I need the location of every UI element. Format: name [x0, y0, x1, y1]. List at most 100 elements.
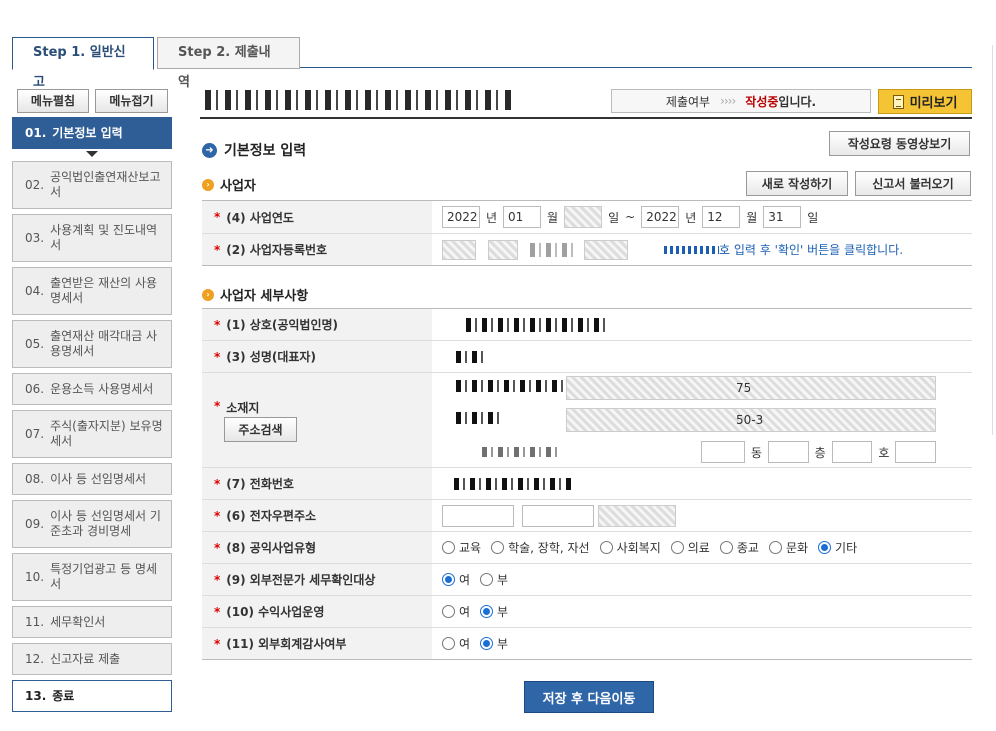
type-religion-radio[interactable]: 종교 — [719, 539, 759, 556]
type-culture-radio[interactable]: 문화 — [768, 539, 808, 556]
sidebar-item-submit-data[interactable]: 12. 신고자료 제출 — [12, 643, 172, 675]
item-label: 이사 등 선임명세서 — [50, 471, 147, 486]
floor-input[interactable] — [768, 441, 809, 463]
type-options: 교육 학술, 장학, 자선 사회복지 의료 종교 문화 기타 — [442, 532, 972, 563]
type-scholarship-radio[interactable]: 학술, 장학, 자선 — [491, 539, 590, 556]
month-unit: 월 — [547, 210, 559, 225]
scrollbar[interactable] — [992, 45, 996, 435]
reg-number-row: * (2) 사업자등록번호 호 입력 후 '확인' 버튼을 클릭합니다. — [202, 234, 972, 266]
sidebar-item-basic-info[interactable]: 01. 기본정보 입력 — [12, 117, 172, 149]
reg-number-part1[interactable] — [442, 239, 476, 260]
audit-label: * (11) 외부회계감사여부 — [202, 628, 432, 659]
redacted-phone — [454, 477, 574, 490]
ho-input[interactable] — [831, 441, 873, 463]
sidebar-item-operating-income[interactable]: 06. 운용소득 사용명세서 — [12, 373, 172, 405]
reg-number-part2[interactable] — [488, 239, 518, 260]
type-other-radio[interactable]: 기타 — [818, 539, 857, 556]
start-year-input[interactable]: 2022 — [442, 206, 480, 228]
business-year-row: * (4) 사업연도 2022 년 01 월 일 ~ 2022 년 12 월 31… — [202, 201, 972, 234]
document-icon — [892, 94, 904, 109]
external-label: * (9) 외부전문가 세무확인대상 — [202, 564, 432, 595]
sidebar-item-stock-holdings[interactable]: 07. 주식(출자지분) 보유명세서 — [12, 410, 172, 458]
business-year-label: * (4) 사업연도 — [202, 201, 432, 233]
redacted-zip — [456, 380, 566, 392]
status-prefix: 제출여부 — [665, 94, 711, 109]
end-day-input[interactable]: 31 — [763, 206, 802, 228]
address-value: 75 50-3 동 층 호 — [442, 373, 972, 467]
sidebar-item-usage-plan[interactable]: 03. 사용계획 및 진도내역서 — [12, 214, 172, 262]
guide-video-button[interactable]: 작성요령 동영상보기 — [829, 131, 970, 156]
menu-collapse-button[interactable]: 메뉴접기 — [95, 89, 168, 113]
dong-input[interactable] — [700, 441, 745, 463]
type-medical-radio[interactable]: 의료 — [670, 539, 710, 556]
save-next-button[interactable]: 저장 후 다음이동 — [524, 681, 654, 713]
sidebar-item-corporate-ads[interactable]: 10. 특정기업광고 등 명세서 — [12, 553, 172, 601]
end-month-input[interactable]: 12 — [702, 206, 741, 228]
extra-input[interactable] — [895, 441, 937, 463]
email-domain-select[interactable] — [598, 504, 676, 527]
reg-number-label: * (2) 사업자등록번호 — [202, 234, 432, 265]
ceo-value — [442, 341, 972, 372]
reg-number-value: 호 입력 후 '확인' 버튼을 클릭합니다. — [442, 234, 972, 265]
preview-button[interactable]: 미리보기 — [878, 89, 972, 114]
item-label: 종료 — [52, 688, 75, 703]
email-row: * (6) 전자우편주소 — [202, 500, 972, 532]
bullet-icon: › — [202, 288, 214, 301]
new-write-button[interactable]: 새로 작성하기 — [746, 171, 848, 196]
item-number: 08. — [25, 471, 45, 486]
redacted-addr — [456, 412, 500, 424]
audit-row: * (11) 외부회계감사여부 여 부 — [202, 628, 972, 660]
email-domain-input[interactable] — [522, 504, 594, 527]
phone-row: * (7) 전화번호 — [202, 468, 972, 500]
external-no-radio[interactable]: 부 — [480, 571, 508, 588]
tab-step1[interactable]: Step 1. 일반신고 — [12, 37, 154, 90]
confirm-button[interactable] — [584, 239, 628, 260]
year-unit: 년 — [685, 210, 697, 225]
start-day-input[interactable] — [564, 206, 603, 228]
email-id-input[interactable] — [442, 504, 514, 527]
sidebar-item-sale-proceeds[interactable]: 05. 출연재산 매각대금 사용명세서 — [12, 320, 172, 368]
item-label: 출연받은 재산의 사용명세서 — [50, 276, 158, 305]
item-number: 06. — [25, 381, 45, 396]
bullet-icon: › — [202, 178, 214, 191]
day-unit: 일 — [608, 210, 620, 225]
sidebar-item-tax-confirmation[interactable]: 11. 세무확인서 — [12, 606, 172, 638]
tab-step2[interactable]: Step 2. 제출내역 — [157, 37, 300, 90]
type-welfare-radio[interactable]: 사회복지 — [599, 539, 661, 556]
item-number: 05. — [25, 336, 45, 351]
business-year-value: 2022 년 01 월 일 ~ 2022 년 12 월 31 일 — [442, 201, 972, 233]
item-number: 12. — [25, 651, 45, 666]
type-row: * (8) 공익사업유형 교육 학술, 장학, 자선 사회복지 의료 종교 문화 … — [202, 532, 972, 564]
year-unit: 년 — [486, 210, 498, 225]
load-report-button[interactable]: 신고서 불러오기 — [855, 171, 971, 196]
audit-options: 여 부 — [442, 628, 972, 659]
email-value — [442, 500, 972, 531]
sidebar-item-director-expense[interactable]: 09. 이사 등 선임명세서 기준초과 경비명세 — [12, 500, 172, 548]
caret-down-icon — [86, 151, 98, 157]
step-tabs: Step 1. 일반신고 Step 2. 제출내역 — [12, 37, 972, 90]
audit-no-radio[interactable]: 부 — [480, 635, 508, 652]
end-year-input[interactable]: 2022 — [641, 206, 680, 228]
preview-label: 미리보기 — [909, 96, 958, 111]
item-label: 주식(출자지분) 보유명세서 — [50, 419, 163, 448]
type-education-radio[interactable]: 교육 — [442, 539, 481, 556]
revenue-no-radio[interactable]: 부 — [480, 603, 508, 620]
address-search-button[interactable]: 주소검색 — [224, 417, 297, 442]
company-label: * (1) 상호(공익법인명) — [202, 309, 432, 340]
item-label: 기본정보 입력 — [52, 125, 123, 140]
menu-expand-button[interactable]: 메뉴펼침 — [17, 89, 89, 113]
revenue-yes-radio[interactable]: 여 — [442, 603, 470, 620]
audit-yes-radio[interactable]: 여 — [442, 635, 470, 652]
redacted-hint — [664, 245, 719, 254]
item-number: 11. — [25, 614, 45, 629]
external-yes-radio[interactable]: 여 — [442, 571, 470, 588]
item-number: 09. — [25, 516, 45, 531]
company-row: * (1) 상호(공익법인명) — [202, 309, 972, 341]
sidebar-item-contribution-report[interactable]: 02. 공익법인출연재산보고서 — [12, 161, 172, 209]
revenue-options: 여 부 — [442, 596, 972, 627]
redacted-ceo — [456, 350, 486, 363]
start-month-input[interactable]: 01 — [503, 206, 542, 228]
sidebar-item-end[interactable]: 13. 종료 — [12, 680, 172, 712]
sidebar-item-director-appointment[interactable]: 08. 이사 등 선임명세서 — [12, 463, 172, 495]
sidebar-item-property-usage[interactable]: 04. 출연받은 재산의 사용명세서 — [12, 267, 172, 315]
